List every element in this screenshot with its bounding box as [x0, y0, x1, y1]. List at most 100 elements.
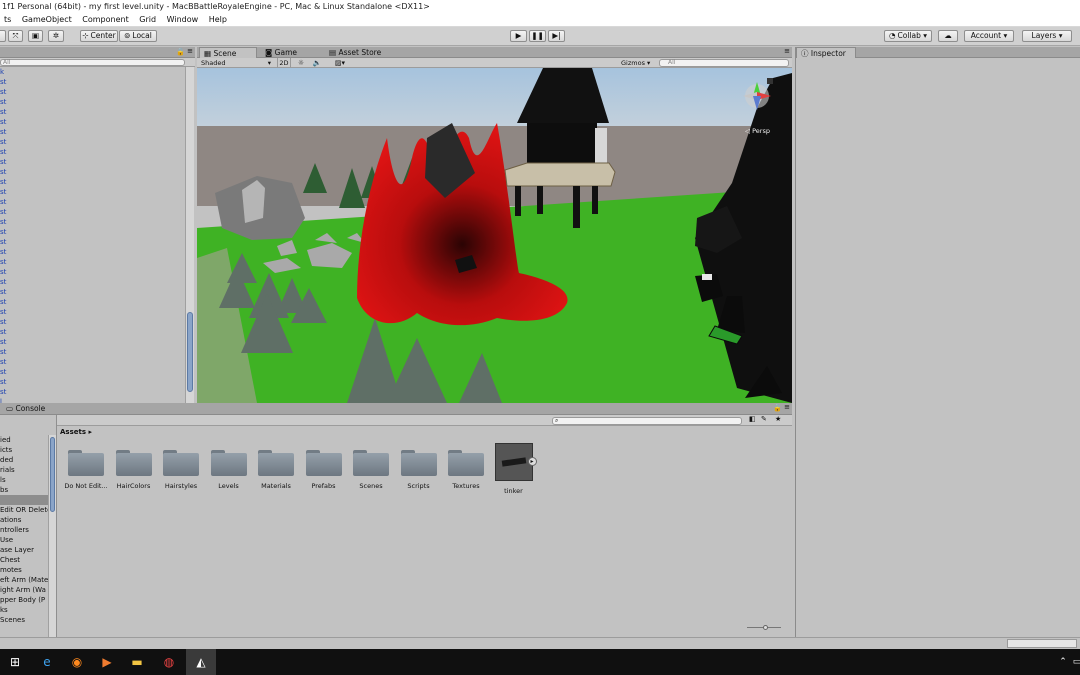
asset-item[interactable]: Scenes — [347, 450, 395, 500]
menu-gameobject[interactable]: GameObject — [18, 13, 76, 27]
lock-icon[interactable]: 🔒 — [773, 404, 782, 412]
services-button[interactable]: ☁ — [938, 30, 958, 42]
hierarchy-row[interactable]: st — [0, 97, 185, 107]
hierarchy-row[interactable]: st — [0, 277, 185, 287]
hierarchy-row[interactable]: st — [0, 257, 185, 267]
thumbnail-size-slider[interactable] — [747, 625, 781, 631]
hierarchy-row[interactable]: k — [0, 67, 185, 77]
hierarchy-row[interactable]: st — [0, 77, 185, 87]
asset-item[interactable]: Hairstyles — [157, 450, 205, 500]
hierarchy-row[interactable]: st — [0, 197, 185, 207]
hierarchy-row[interactable]: st — [0, 107, 185, 117]
2d-toggle[interactable]: 2D — [277, 58, 291, 68]
hierarchy-row[interactable]: st — [0, 367, 185, 377]
audio-toggle-icon[interactable]: 🔈 — [310, 58, 324, 68]
windows-start-icon[interactable]: ⊞ — [0, 649, 30, 675]
menu-component[interactable]: Component — [78, 13, 132, 27]
hierarchy-row[interactable]: st — [0, 237, 185, 247]
persp-label[interactable]: ◁ Persp — [745, 127, 770, 135]
filter-label-icon[interactable]: ✎ — [761, 415, 767, 423]
hierarchy-row[interactable]: st — [0, 207, 185, 217]
panel-menu-icon[interactable]: ≡ — [187, 47, 193, 55]
tab-game[interactable]: ◙ Game — [261, 47, 301, 58]
lock-icon[interactable]: 🔒 — [176, 48, 185, 56]
scale-tool-button[interactable]: ⤧ — [8, 30, 23, 42]
tab-scene[interactable]: ▦ Scene — [199, 47, 257, 58]
pause-button[interactable]: ❚❚ — [529, 30, 546, 42]
menu-grid[interactable]: Grid — [135, 13, 160, 27]
hierarchy-row[interactable]: st — [0, 167, 185, 177]
hierarchy-row[interactable]: st — [0, 297, 185, 307]
tab-asset-store[interactable]: ▤ Asset Store — [325, 47, 385, 58]
asset-item[interactable]: Prefabs — [300, 450, 348, 500]
hierarchy-row[interactable]: st — [0, 157, 185, 167]
hierarchy-row[interactable]: st — [0, 177, 185, 187]
tray-network-icon[interactable]: ▭ — [1062, 649, 1080, 675]
hierarchy-search-input[interactable]: All — [0, 59, 185, 66]
scene-search-input[interactable]: All — [659, 59, 789, 67]
edge-icon[interactable]: e — [32, 649, 62, 675]
project-search-input[interactable]: ⌕ — [552, 417, 742, 425]
account-button[interactable]: Account ▾ — [964, 30, 1014, 42]
slider-handle[interactable] — [763, 625, 768, 630]
menu-assets[interactable]: ts — [0, 13, 15, 27]
project-tree-scrollbar[interactable] — [48, 435, 56, 637]
transform-tool-button[interactable]: ✲ — [48, 30, 64, 42]
asset-item[interactable]: ▸ tinker — [490, 443, 538, 500]
hierarchy-row[interactable]: st — [0, 187, 185, 197]
hierarchy-row[interactable]: st — [0, 377, 185, 387]
rotate-tool-button[interactable] — [0, 30, 6, 42]
scene-viewport[interactable]: ◁ Persp — [197, 68, 792, 403]
layers-button[interactable]: Layers ▾ — [1022, 30, 1072, 42]
favorite-icon[interactable]: ★ — [775, 415, 781, 423]
media-player-icon[interactable]: ▶ — [92, 649, 122, 675]
pivot-local-button[interactable]: ⊚ Local — [119, 30, 157, 42]
asset-item[interactable]: Levels — [205, 450, 253, 500]
collab-button[interactable]: ◔ Collab ▾ — [884, 30, 932, 42]
firefox-icon[interactable]: ◉ — [62, 649, 92, 675]
hierarchy-row[interactable]: st — [0, 347, 185, 357]
rect-tool-button[interactable]: ▣ — [28, 30, 43, 42]
step-button[interactable]: ▶| — [548, 30, 565, 42]
hierarchy-row[interactable]: st — [0, 87, 185, 97]
tab-console[interactable]: ▭ Console — [2, 403, 49, 414]
filter-type-icon[interactable]: ◧ — [749, 415, 756, 423]
hierarchy-row[interactable]: st — [0, 137, 185, 147]
menu-help[interactable]: Help — [205, 13, 231, 27]
hierarchy-row[interactable]: st — [0, 337, 185, 347]
hierarchy-row[interactable]: st — [0, 287, 185, 297]
hierarchy-row[interactable]: st — [0, 307, 185, 317]
hierarchy-row[interactable]: st — [0, 217, 185, 227]
panel-menu-icon[interactable]: ≡ — [784, 403, 790, 411]
hierarchy-row[interactable]: st — [0, 147, 185, 157]
hierarchy-row[interactable]: st — [0, 357, 185, 367]
menu-window[interactable]: Window — [163, 13, 203, 27]
project-tree-scroll-thumb[interactable] — [50, 437, 55, 512]
shading-mode-dropdown[interactable]: Shaded ▾ — [201, 59, 273, 67]
chrome-icon[interactable]: ◍ — [154, 649, 184, 675]
tab-inspector[interactable]: ⓘ Inspector — [796, 47, 856, 58]
hierarchy-row[interactable]: st — [0, 227, 185, 237]
lighting-toggle-icon[interactable]: ☼ — [294, 58, 308, 68]
hierarchy-row[interactable]: st — [0, 117, 185, 127]
hierarchy-row[interactable]: st — [0, 327, 185, 337]
panel-menu-icon[interactable]: ≡ — [784, 47, 790, 55]
hierarchy-row[interactable]: st — [0, 247, 185, 257]
asset-item[interactable]: Do Not Edit... — [62, 450, 110, 500]
asset-item[interactable]: Textures — [442, 450, 490, 500]
asset-item[interactable]: Scripts — [395, 450, 443, 500]
gizmos-dropdown[interactable]: Gizmos ▾ — [621, 59, 655, 67]
hierarchy-row[interactable]: st — [0, 387, 185, 397]
hierarchy-scrollbar[interactable] — [185, 67, 194, 403]
play-button[interactable]: ▶ — [510, 30, 527, 42]
breadcrumb[interactable]: Assets ▸ — [60, 428, 92, 436]
asset-item[interactable]: Materials — [252, 450, 300, 500]
asset-item[interactable]: HairColors — [110, 450, 158, 500]
effects-dropdown-icon[interactable]: ▨▾ — [328, 58, 352, 68]
unity-taskbar-icon[interactable]: ◭ — [186, 649, 216, 675]
hierarchy-row[interactable]: st — [0, 127, 185, 137]
file-explorer-icon[interactable]: ▬ — [122, 649, 152, 675]
hierarchy-row[interactable]: st — [0, 267, 185, 277]
hierarchy-row[interactable]: st — [0, 317, 185, 327]
pivot-center-button[interactable]: ⊹ Center — [80, 30, 118, 42]
